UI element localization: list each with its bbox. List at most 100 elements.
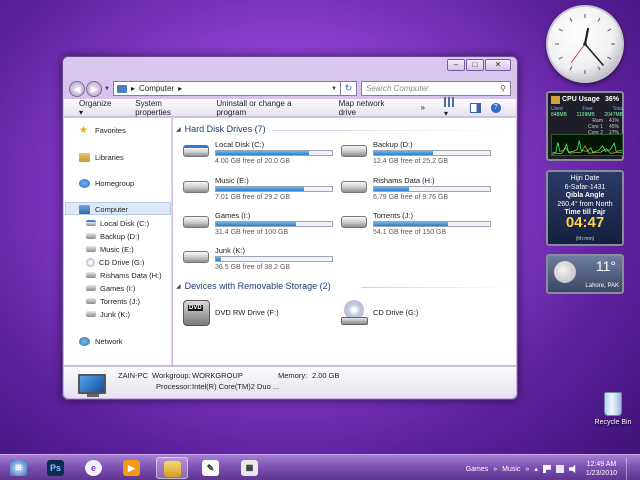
system-properties-button[interactable]: System properties [135, 99, 197, 117]
drive-tile-j[interactable]: Torrents (J:) 54.1 GB free of 150 GB [341, 210, 497, 240]
drive-tile-d[interactable]: Backup (D:) 12.4 GB free of 25.2 GB [341, 139, 497, 169]
maximize-button[interactable]: □ [466, 59, 484, 71]
computer-name: ZAIN-PC [118, 371, 148, 380]
computer-icon [79, 204, 90, 214]
monitor-stand [87, 394, 99, 397]
taskbar-clock[interactable]: 12:49 AM 1/23/2010 [586, 460, 617, 478]
nav-item-computer[interactable]: Computer [79, 203, 128, 215]
nav-item-homegroup[interactable]: Homegroup [79, 177, 134, 189]
group-header-hard-disks[interactable]: ◢ Hard Disk Drives (7) [176, 124, 266, 134]
cd-drive-icon [86, 257, 95, 267]
processor-value: Intel(R) Core(TM)2 Duo ... [192, 382, 280, 391]
taskbar-calculator[interactable]: ▦ [234, 457, 266, 479]
chevron-icon[interactable]: » [493, 466, 497, 473]
recent-pages-icon[interactable]: ▼ [104, 86, 110, 92]
network-icon[interactable] [555, 465, 564, 473]
drive-tile-g[interactable]: CD Drive (G:) [341, 298, 497, 328]
flag-icon[interactable] [542, 465, 551, 473]
hijri-date: 6-Safar-1431 [564, 183, 606, 191]
forward-button[interactable]: ▶ [86, 80, 102, 97]
group-header-removable[interactable]: ◢ Devices with Removable Storage (2) [176, 281, 331, 291]
drive-usage-bar [215, 221, 333, 227]
drive-free-space: 6.79 GB free of 9.76 GB [373, 194, 449, 201]
chevron-right-icon[interactable]: ▸ [178, 84, 182, 93]
weather-gadget[interactable]: 11° Lahore, PAK [546, 254, 624, 294]
dvd-drive-icon: DVD [183, 300, 210, 326]
organize-menu[interactable]: Organize ▾ [79, 99, 116, 117]
drive-tile-c[interactable]: Local Disk (C:) 4.00 GB free of 20.0 GB [183, 139, 339, 169]
clock-gadget[interactable] [546, 5, 624, 83]
hard-drive-icon [86, 311, 96, 317]
drive-tile-h[interactable]: Rishams Data (H:) 6.79 GB free of 9.76 G… [341, 175, 497, 205]
uninstall-button[interactable]: Uninstall or change a program [216, 99, 319, 117]
hijri-date-gadget[interactable]: Hijri Date 6-Safar-1431 Qibla Angle 260.… [546, 170, 624, 246]
hard-drive-icon [86, 246, 96, 252]
taskbar-photoshop[interactable]: Ps [40, 457, 72, 479]
minimize-button[interactable]: – [447, 59, 465, 71]
nav-item-favorites[interactable]: ★ Favorites [79, 124, 126, 136]
drive-usage-bar [373, 221, 491, 227]
cpu-title: CPU Usage [562, 96, 600, 103]
taskbar-internet-explorer[interactable]: e [78, 457, 110, 479]
search-icon[interactable]: ⚲ [500, 84, 506, 93]
photoshop-icon: Ps [47, 460, 64, 476]
hard-drive-icon [341, 145, 367, 157]
map-network-drive-button[interactable]: Map network drive [339, 99, 402, 117]
change-view-button[interactable]: ▾ [443, 97, 460, 118]
show-hidden-icons[interactable]: ▴ [534, 465, 538, 473]
nav-item-drive-j[interactable]: Torrents (J:) [86, 295, 140, 307]
volume-icon[interactable] [568, 465, 576, 473]
preview-pane-icon[interactable] [470, 102, 481, 113]
system-drive-icon [86, 220, 96, 226]
usage-fill [216, 187, 305, 191]
search-input[interactable]: Search Computer ⚲ [361, 81, 511, 96]
chevron-icon[interactable]: » [525, 466, 529, 473]
recycle-bin[interactable]: Recycle Bin [590, 392, 636, 426]
chevron-right-icon[interactable]: ▸ [131, 84, 135, 93]
help-icon[interactable]: ? [490, 102, 501, 113]
drive-free-space: 12.4 GB free of 25.2 GB [373, 158, 449, 165]
nav-item-network[interactable]: Network [79, 335, 123, 347]
cpu-meter-gadget[interactable]: CPU Usage 36% Used Free Total 848MB 1199MB 2… [546, 91, 624, 161]
qibla-label: Qibla Angle [565, 192, 605, 199]
workgroup-label: Workgroup: [152, 371, 191, 380]
taskbar-media-player[interactable]: ▶ [116, 457, 148, 479]
address-path[interactable]: Computer [139, 84, 174, 93]
cpu-chip-icon [551, 96, 560, 104]
nav-item-drive-g[interactable]: CD Drive (G:) [86, 256, 144, 268]
nav-item-drive-d[interactable]: Backup (D:) [86, 230, 140, 242]
taskbar-notepad[interactable]: ✎ [195, 457, 227, 479]
drive-free-space: 7.01 GB free of 29.2 GB [215, 194, 291, 201]
collapse-icon[interactable]: ◢ [176, 126, 181, 133]
nav-item-drive-k[interactable]: Junk (K:) [86, 308, 130, 320]
toolbar-link-games[interactable]: Games [466, 466, 489, 473]
collapse-icon[interactable]: ◢ [176, 283, 181, 290]
back-button[interactable]: ◀ [69, 80, 85, 97]
hard-drive-icon [86, 233, 96, 239]
more-commands-button[interactable]: » [421, 103, 425, 112]
drive-name: Backup (D:) [373, 140, 413, 149]
toolbar-link-music[interactable]: Music [502, 466, 520, 473]
drive-tile-e[interactable]: Music (E:) 7.01 GB free of 29.2 GB [183, 175, 339, 205]
hard-drive-icon [183, 251, 209, 263]
nav-item-drive-e[interactable]: Music (E:) [86, 243, 134, 255]
nav-item-drive-c[interactable]: Local Disk (C:) [86, 217, 149, 229]
taskbar: ⊞ Ps e ▶ ✎ ▦ Games » Music » ▴ 12:49 AM … [0, 454, 640, 480]
taskbar-explorer[interactable] [156, 457, 188, 479]
temperature: 11° [595, 258, 616, 274]
show-desktop-button[interactable] [626, 458, 636, 480]
command-bar: Organize ▾ System properties Uninstall o… [64, 97, 516, 118]
start-button[interactable]: ⊞ [3, 457, 35, 479]
nav-item-libraries[interactable]: Libraries [79, 151, 124, 163]
nav-item-drive-i[interactable]: Games (I:) [86, 282, 135, 294]
system-drive-icon [183, 145, 209, 157]
drive-tile-i[interactable]: Games (I:) 31.4 GB free of 100 GB [183, 210, 339, 240]
refresh-button[interactable]: ↻ [341, 81, 357, 96]
dropdown-icon[interactable]: ▼ [331, 86, 337, 92]
nav-item-drive-h[interactable]: Rishams Data (H:) [86, 269, 162, 281]
star-icon: ★ [79, 124, 88, 136]
close-button[interactable]: ✕ [485, 59, 511, 71]
drive-tile-f[interactable]: DVD DVD RW Drive (F:) [183, 298, 339, 328]
address-bar[interactable]: ▸ Computer ▸ ▼ [112, 81, 341, 96]
drive-tile-k[interactable]: Junk (K:) 36.5 GB free of 38.2 GB [183, 245, 339, 275]
